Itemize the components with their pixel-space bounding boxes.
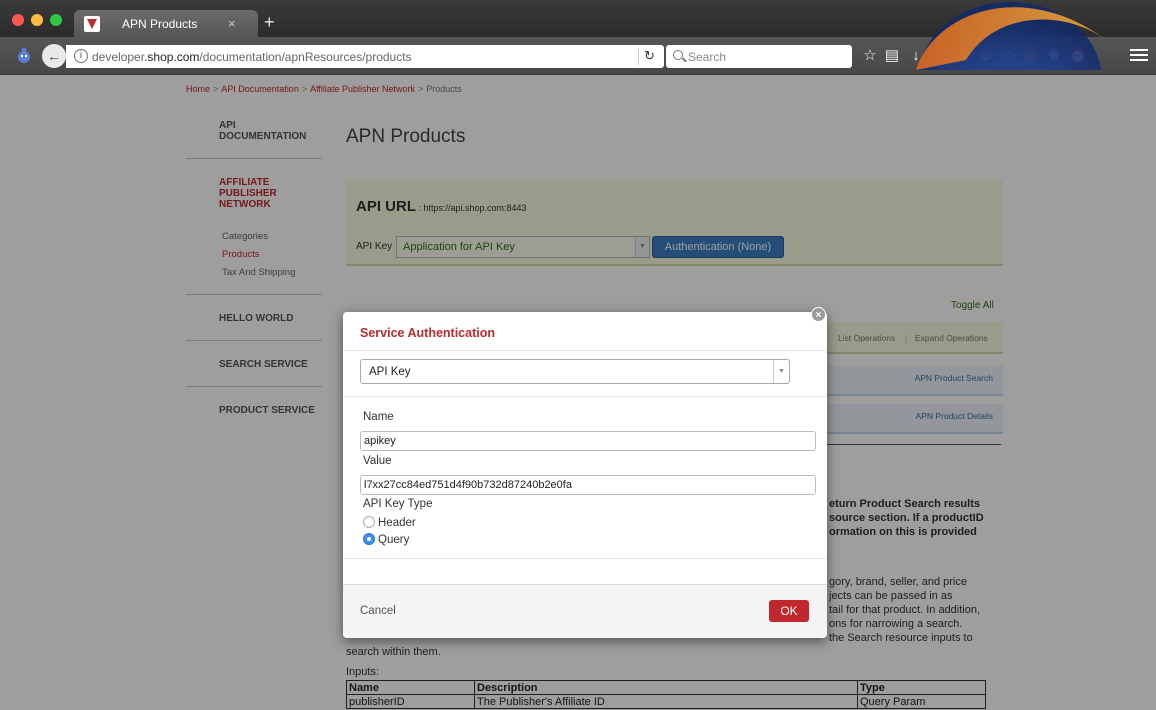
radio-header[interactable]: Header [363,516,416,529]
api-key-type-label: API Key Type [363,498,433,510]
search-placeholder: Search [688,50,727,64]
close-icon[interactable]: × [811,307,826,322]
close-window-button[interactable] [12,14,24,26]
info-icon[interactable]: i [74,49,88,63]
shop-favicon-icon [84,16,100,32]
divider [343,396,827,397]
search-icon [673,50,683,60]
minimize-window-button[interactable] [31,14,43,26]
new-tab-button[interactable]: + [264,13,275,31]
tab-title: APN Products [122,17,198,31]
browser-tab[interactable]: APN Products × [74,10,258,37]
chevron-down-icon: ▼ [773,360,789,383]
name-field[interactable] [360,431,816,451]
bookmark-star-icon[interactable]: ☆ [860,45,880,67]
value-label: Value [363,455,392,467]
tab-close-icon[interactable]: × [228,16,236,31]
search-bar[interactable]: Search [666,45,852,68]
dialog-title: Service Authentication [360,326,495,340]
ok-button[interactable]: OK [769,600,809,622]
url-bar[interactable]: i developer.shop.com/documentation/apnRe… [66,45,664,68]
divider [343,558,827,559]
back-arrow-icon[interactable]: ← [42,44,66,68]
extension-icon[interactable] [17,48,31,64]
reading-list-icon[interactable]: ▤ [882,45,902,67]
zoom-window-button[interactable] [50,14,62,26]
reload-icon[interactable]: ↻ [638,48,660,65]
name-label: Name [363,411,394,423]
radio-button-selected[interactable] [363,533,375,545]
service-authentication-dialog: × Service Authentication API Key ▼ Name … [343,307,827,638]
dialog-footer: Cancel OK [343,584,827,638]
value-field[interactable] [360,475,816,495]
radio-query[interactable]: Query [363,533,409,546]
divider [343,350,827,351]
hamburger-menu-icon[interactable] [1130,46,1148,66]
cancel-button[interactable]: Cancel [360,605,396,617]
radio-button[interactable] [363,516,375,528]
firefox-logo-icon [916,2,1106,70]
auth-scheme-select[interactable]: API Key ▼ [360,359,790,384]
url-text[interactable]: developer.shop.com/documentation/apnReso… [92,50,412,64]
